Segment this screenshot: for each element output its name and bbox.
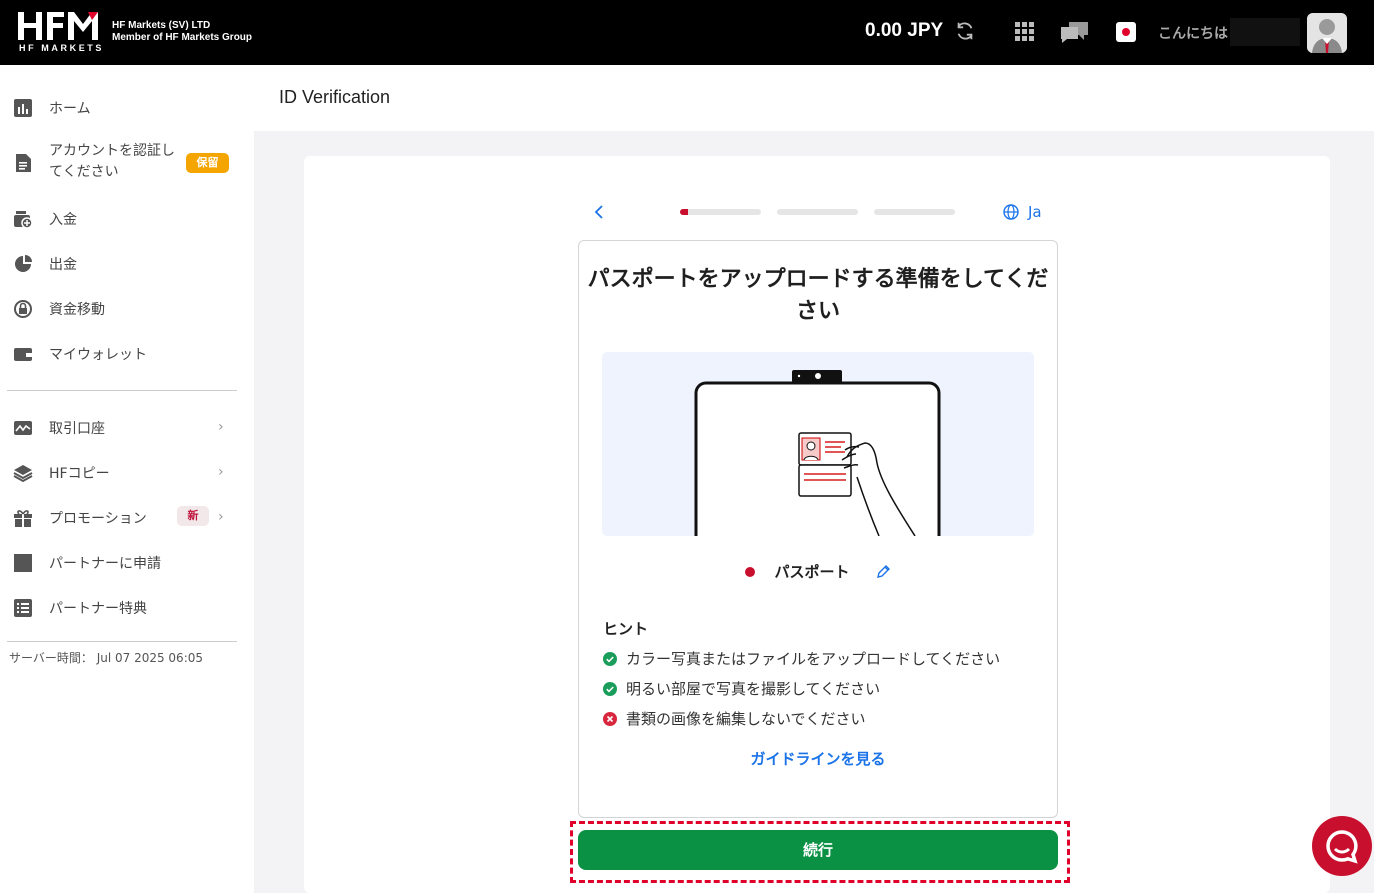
- server-time: サーバー時間： Jul 07 2025 06:05: [9, 651, 204, 665]
- check-circle-icon: [603, 681, 617, 696]
- hint-text: カラー写真またはファイルをアップロードしてください: [626, 650, 1001, 668]
- page-header: ID Verification: [254, 65, 1374, 131]
- logo-subtitle: HF MARKETS: [19, 43, 104, 53]
- hint-text: 明るい部屋で写真を撮影してください: [626, 680, 881, 698]
- chat-icon: [1326, 830, 1358, 864]
- gift-icon: [14, 510, 32, 527]
- check-circle-icon: [603, 651, 617, 666]
- progress-step-2: [777, 209, 858, 215]
- edit-pencil-icon[interactable]: [875, 564, 891, 580]
- language-flag-icon[interactable]: [1116, 22, 1136, 42]
- user-avatar-icon: [1307, 13, 1347, 53]
- country-flag-dot: [745, 566, 756, 577]
- hint-text: 書類の画像を編集しないでください: [626, 710, 866, 728]
- back-chevron-icon[interactable]: [592, 202, 606, 222]
- sidebar-item-trading-accounts[interactable]: 取引口座 ›: [0, 407, 254, 447]
- company-group: Member of HF Markets Group: [112, 32, 253, 43]
- selected-document-row: パスポート: [579, 561, 1057, 582]
- hints-heading: ヒント: [603, 620, 649, 638]
- sidebar-item-partner-benefits[interactable]: パートナー特典: [0, 587, 254, 627]
- account-balance: 0.00 JPY: [865, 20, 944, 41]
- apps-grid-icon[interactable]: [1014, 21, 1034, 41]
- chevron-right-icon: ›: [218, 419, 224, 435]
- greeting-text: こんにちは: [1158, 26, 1228, 42]
- language-selector[interactable]: Ja: [1003, 203, 1042, 221]
- sidebar-item-hf-copy[interactable]: HFコピー ›: [0, 452, 254, 492]
- sidebar-item-label: マイウォレット: [49, 347, 147, 363]
- live-chat-button[interactable]: [1312, 816, 1372, 876]
- hint-item: 明るい部屋で写真を撮影してください: [603, 678, 880, 699]
- page-title: ID Verification: [279, 87, 391, 107]
- sidebar-item-home[interactable]: ホーム: [0, 87, 254, 127]
- progress-step-1: [680, 209, 761, 215]
- sidebar-item-label: ホーム: [49, 101, 91, 117]
- sidebar-item-label: HFコピー: [49, 466, 110, 482]
- passport-illustration: [602, 352, 1034, 536]
- sidebar-item-label: 取引口座: [49, 421, 105, 437]
- hfm-logo-mark: [18, 12, 98, 40]
- sidebar-item-label: プロモーション: [49, 511, 147, 527]
- refresh-icon[interactable]: [954, 20, 976, 42]
- company-info: HF Markets (SV) LTD Member of HF Markets…: [112, 20, 252, 44]
- document-card: パスポートをアップロードする準備をしてください パスポート ヒント カラー写真ま…: [578, 240, 1058, 818]
- sidebar-divider: [7, 390, 237, 391]
- globe-icon: [1003, 204, 1019, 220]
- avatar[interactable]: [1307, 13, 1347, 53]
- sidebar-item-partner-apply[interactable]: パートナーに申請: [0, 542, 254, 582]
- continue-button[interactable]: 続行: [578, 830, 1058, 870]
- new-badge: 新: [177, 506, 209, 526]
- sidebar-item-label: 資金移動: [49, 302, 105, 318]
- view-guidelines-link[interactable]: ガイドラインを見る: [579, 748, 1057, 769]
- username-redacted: [1230, 18, 1300, 46]
- top-bar: HF MARKETS HF Markets (SV) LTD Member of…: [0, 0, 1374, 65]
- sidebar-item-label: パートナーに申請: [49, 556, 161, 572]
- square-icon: [14, 554, 32, 572]
- status-badge-pending: 保留: [186, 153, 229, 173]
- sidebar-item-label: 入金: [49, 212, 77, 228]
- hint-item: カラー写真またはファイルをアップロードしてください: [603, 648, 1000, 669]
- hint-item: 書類の画像を編集しないでください: [603, 708, 866, 729]
- chevron-right-icon: ›: [218, 464, 224, 480]
- document-icon: [16, 154, 31, 172]
- sidebar-item-withdraw[interactable]: 出金: [0, 243, 254, 283]
- messages-icon[interactable]: [1060, 20, 1090, 44]
- chevron-right-icon: ›: [218, 509, 224, 525]
- list-icon: [14, 599, 32, 617]
- sidebar-item-deposit[interactable]: 入金: [0, 198, 254, 238]
- trading-icon: [14, 421, 32, 435]
- sidebar-item-wallet[interactable]: マイウォレット: [0, 333, 254, 373]
- bar-chart-icon: [14, 99, 32, 117]
- sidebar-divider: [7, 641, 237, 642]
- sidebar-item-label: パートナー特典: [49, 601, 147, 617]
- document-type: パスポート: [774, 563, 850, 581]
- withdraw-icon: [15, 255, 32, 272]
- progress-step-3: [874, 209, 955, 215]
- progress-fill: [680, 209, 689, 215]
- sidebar-item-label: 出金: [49, 257, 77, 273]
- layers-icon: [13, 465, 33, 483]
- sidebar-item-label: アカウントを認証してください: [49, 143, 175, 180]
- card-heading: パスポートをアップロードする準備をしてください: [587, 267, 1049, 324]
- sidebar-item-promotions[interactable]: プロモーション ›: [0, 497, 254, 537]
- x-circle-icon: [603, 711, 617, 726]
- company-name: HF Markets (SV) LTD: [112, 20, 211, 31]
- sidebar-item-transfer[interactable]: 資金移動: [0, 288, 254, 328]
- sidebar: ホーム アカウントを認証してください 保留 入金 出金 資金移動 マイウォレット…: [0, 65, 254, 893]
- wallet-icon: [14, 348, 32, 361]
- passport-camera-illustration: [694, 370, 941, 536]
- language-label: Ja: [1028, 203, 1042, 221]
- deposit-icon: [14, 211, 33, 229]
- transfer-icon: [14, 300, 32, 318]
